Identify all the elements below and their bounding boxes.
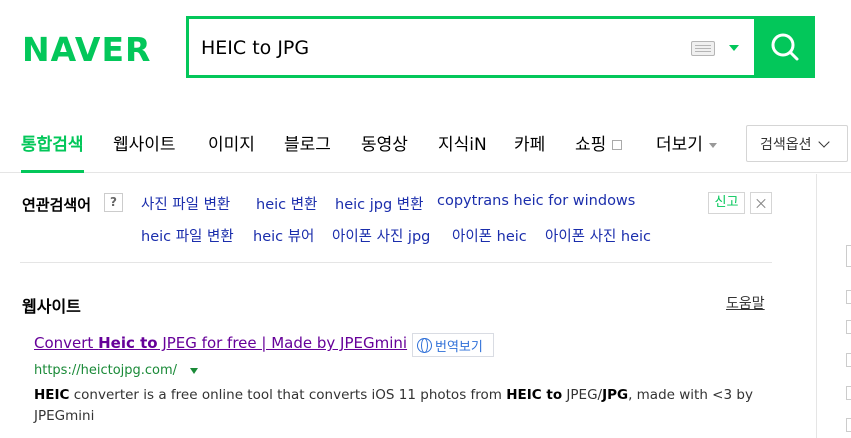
tab-image[interactable]: 이미지: [208, 130, 255, 155]
tab-website[interactable]: 웹사이트: [113, 130, 176, 155]
result-title-link[interactable]: Convert Heic to JPEG for free | Made by …: [34, 334, 407, 352]
related-search-link[interactable]: 아이폰 heic: [452, 225, 527, 246]
tab-shopping[interactable]: 쇼핑: [575, 130, 623, 155]
section-divider: [20, 262, 772, 263]
desc-text: converter is a free online tool that con…: [69, 387, 507, 403]
desc-bold: JPG: [602, 387, 629, 403]
related-search-link[interactable]: 사진 파일 변환: [141, 193, 230, 214]
translate-button[interactable]: 번역보기: [412, 333, 494, 357]
tab-more-label: 더보기: [656, 135, 703, 155]
related-search-link[interactable]: heic 변환: [256, 193, 317, 214]
globe-icon: [417, 337, 432, 353]
search-box: [186, 16, 754, 78]
chevron-down-icon[interactable]: [729, 45, 739, 51]
right-panel-box: [846, 245, 851, 267]
related-search-link[interactable]: heic jpg 변환: [335, 193, 423, 214]
related-search-link[interactable]: 아이폰 사진 heic: [545, 225, 651, 246]
right-panel-checkbox[interactable]: [846, 290, 851, 304]
result-title-pre: Convert: [34, 334, 99, 352]
right-panel-checkbox[interactable]: [846, 320, 851, 334]
search-options-button[interactable]: 검색옵션: [746, 125, 848, 162]
right-column-divider: [816, 174, 817, 438]
chevron-down-icon: [817, 135, 830, 148]
result-url[interactable]: https://heictojpg.com/: [34, 363, 177, 378]
help-icon[interactable]: ?: [104, 193, 123, 212]
tab-video[interactable]: 동영상: [361, 130, 408, 155]
search-options-label: 검색옵션: [760, 136, 812, 153]
chevron-down-icon: [708, 142, 717, 148]
keyboard-icon[interactable]: [691, 41, 715, 56]
related-search-link[interactable]: 아이폰 사진 jpg: [332, 225, 430, 246]
tab-shopping-label: 쇼핑: [575, 135, 607, 155]
right-panel-checkbox[interactable]: [846, 353, 851, 367]
chevron-down-icon[interactable]: [190, 368, 198, 374]
tab-integrated-search[interactable]: 통합검색: [21, 130, 84, 155]
related-search-link[interactable]: heic 파일 변환: [141, 225, 234, 246]
desc-bold: HEIC: [34, 387, 70, 403]
help-link[interactable]: 도움말: [726, 293, 765, 313]
tab-cafe[interactable]: 카페: [514, 130, 545, 155]
desc-text: JPEG/: [562, 387, 603, 403]
translate-label: 번역보기: [435, 339, 483, 355]
result-title-post: JPEG for free | Made by JPEGmini: [157, 334, 408, 352]
report-button[interactable]: 신고: [708, 192, 745, 214]
right-panel-checkbox[interactable]: [846, 386, 851, 400]
result-title-bold: Heic to: [98, 334, 158, 352]
search-button[interactable]: [754, 16, 815, 78]
tab-kin[interactable]: 지식iN: [438, 130, 487, 155]
search-input[interactable]: [201, 33, 671, 63]
result-description: HEIC converter is a free online tool tha…: [34, 385, 774, 427]
section-title: 웹사이트: [22, 297, 81, 316]
related-searches-title: 연관검색어: [22, 196, 92, 214]
active-tab-indicator: [21, 170, 84, 173]
shopping-box-icon: [612, 140, 623, 150]
search-tabs: 통합검색 웹사이트 이미지 블로그 동영상 지식iN 카페 쇼핑 더보기 검색옵…: [0, 112, 851, 173]
tab-more[interactable]: 더보기: [656, 130, 717, 155]
right-panel-checkbox[interactable]: [846, 418, 851, 432]
close-icon[interactable]: [750, 192, 772, 214]
search-icon: [771, 33, 798, 61]
tab-blog[interactable]: 블로그: [284, 130, 331, 155]
desc-bold: HEIC to: [506, 387, 563, 403]
related-search-link[interactable]: heic 뷰어: [253, 225, 314, 246]
related-search-link[interactable]: copytrans heic for windows: [437, 193, 635, 209]
naver-logo[interactable]: NAVER: [22, 30, 151, 69]
